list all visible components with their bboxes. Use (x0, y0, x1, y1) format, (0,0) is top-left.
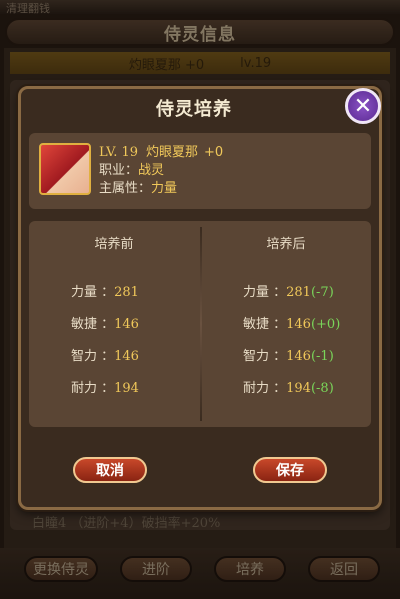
after-heading: 培养后 (266, 237, 306, 252)
before-heading: 培养前 (94, 237, 134, 252)
hero-level: LV. 19 (99, 145, 139, 160)
save-button[interactable]: 保存 (253, 457, 327, 483)
before-row: 敏捷 ：146 (71, 317, 139, 332)
train-dialog: 侍灵培养 LV. 19 灼眼夏那 +0 职业：战灵 主属性：力量 培养前 培养后 力… (18, 86, 382, 510)
stats-panel: 培养前 培养后 力量 ：281 敏捷 ：146 智力 ：146 耐力 ：194 … (29, 221, 371, 427)
before-row: 力量 ：281 (71, 285, 139, 300)
after-row: 敏捷 ：146(+0) (243, 317, 341, 332)
job-label: 职业： (99, 163, 139, 178)
after-row: 力量 ：281(-7) (243, 285, 334, 300)
attr-value: 力量 (151, 181, 178, 196)
after-row: 智力 ：146(-1) (243, 349, 334, 364)
close-icon[interactable]: ✕ (345, 88, 381, 124)
dialog-title: 侍灵培养 (156, 99, 232, 120)
hero-plus: +0 (204, 145, 224, 160)
job-value: 战灵 (138, 163, 165, 178)
after-row: 耐力 ：194(-8) (243, 381, 334, 396)
hero-info: LV. 19 灼眼夏那 +0 职业：战灵 主属性：力量 (99, 144, 223, 198)
column-divider (200, 227, 202, 421)
cancel-button[interactable]: 取消 (73, 457, 147, 483)
before-row: 智力 ：146 (71, 349, 139, 364)
hero-portrait (39, 143, 91, 195)
hero-card: LV. 19 灼眼夏那 +0 职业：战灵 主属性：力量 (29, 133, 371, 209)
before-row: 耐力 ：194 (71, 381, 139, 396)
attr-label: 主属性： (99, 181, 152, 196)
hero-name: 灼眼夏那 (146, 145, 199, 160)
